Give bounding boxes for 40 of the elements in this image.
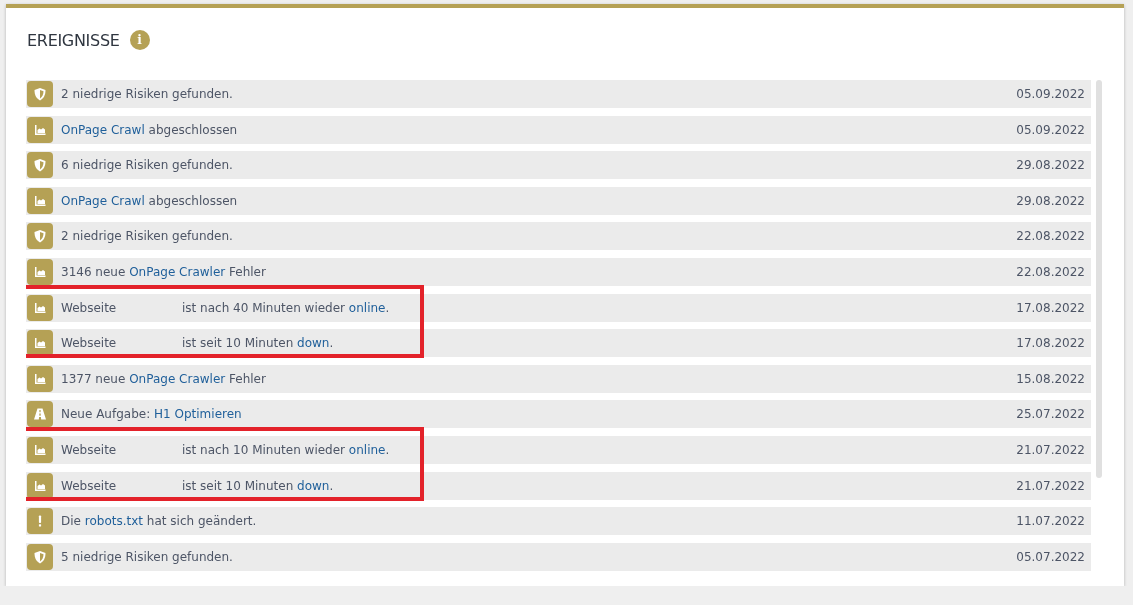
scrollbar[interactable] bbox=[1096, 80, 1102, 478]
event-link[interactable]: OnPage Crawler bbox=[129, 371, 226, 386]
event-text: Die robots.txt hat sich geändert. bbox=[61, 514, 257, 529]
event-text: ist seit 10 Minuten down. bbox=[182, 478, 334, 493]
event-date: 15.08.2022 bbox=[1016, 371, 1085, 386]
event-link[interactable]: OnPage Crawler bbox=[129, 264, 226, 279]
event-link[interactable]: robots.txt bbox=[84, 514, 144, 529]
event-link[interactable]: OnPage Crawl bbox=[61, 193, 145, 208]
event-date: 22.08.2022 bbox=[1016, 264, 1085, 279]
event-text: 2 niedrige Risiken gefunden. bbox=[61, 87, 233, 101]
event-date: 11.07.2022 bbox=[1016, 514, 1085, 529]
panel-title: EREIGNISSE bbox=[27, 30, 120, 50]
event-date: 25.07.2022 bbox=[1016, 407, 1085, 422]
event-date: 17.08.2022 bbox=[1016, 300, 1085, 315]
event-subject: Webseite bbox=[61, 336, 118, 351]
event-text: 6 niedrige Risiken gefunden. bbox=[61, 158, 233, 173]
event-text: ist nach 10 Minuten wieder online. bbox=[182, 442, 390, 457]
event-text: 1377 neue OnPage Crawler Fehler bbox=[61, 371, 266, 386]
event-text: 3146 neue OnPage Crawler Fehler bbox=[61, 264, 266, 279]
event-date: 29.08.2022 bbox=[1016, 193, 1085, 208]
event-date: 21.07.2022 bbox=[1016, 478, 1085, 493]
event-subject: Webseite bbox=[61, 442, 118, 457]
event-text: ist seit 10 Minuten down. bbox=[182, 336, 334, 351]
event-date: 17.08.2022 bbox=[1016, 336, 1085, 351]
event-subject: Webseite bbox=[61, 300, 118, 315]
event-link[interactable]: H1 Optimieren bbox=[154, 407, 242, 422]
event-date: 21.07.2022 bbox=[1016, 442, 1085, 457]
event-date: 05.09.2022 bbox=[1016, 87, 1085, 101]
event-text: ist nach 40 Minuten wieder online. bbox=[182, 300, 390, 315]
event-text: Neue Aufgabe: H1 Optimieren bbox=[61, 407, 242, 422]
event-date: 22.08.2022 bbox=[1016, 229, 1085, 244]
event-text: 2 niedrige Risiken gefunden. bbox=[61, 229, 233, 244]
event-subject: Webseite bbox=[61, 478, 118, 493]
event-date: 05.07.2022 bbox=[1016, 549, 1085, 564]
event-text: OnPage Crawl abgeschlossen bbox=[61, 122, 238, 137]
event-text: OnPage Crawl abgeschlossen bbox=[61, 193, 238, 208]
event-link[interactable]: OnPage Crawl bbox=[61, 122, 145, 137]
event-date: 29.08.2022 bbox=[1016, 158, 1085, 173]
event-date: 05.09.2022 bbox=[1016, 122, 1085, 137]
event-text: 5 niedrige Risiken gefunden. bbox=[61, 549, 233, 564]
